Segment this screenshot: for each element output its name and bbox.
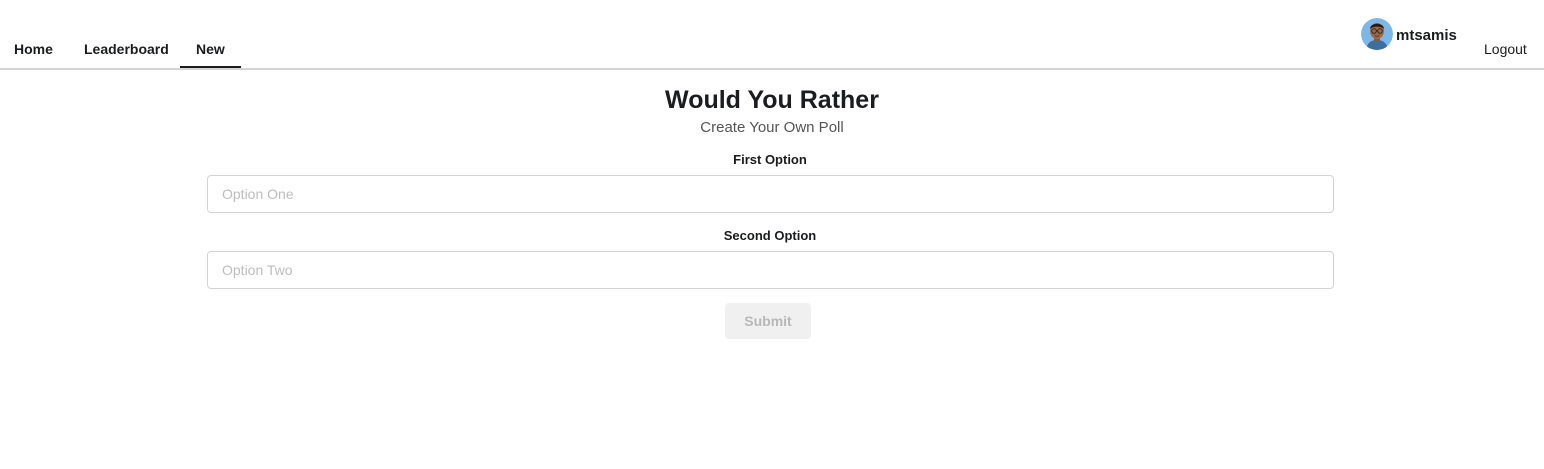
nav-new-link[interactable]: New [180,30,241,68]
submit-button[interactable]: Submit [725,303,811,339]
page-title: Would You Rather [665,86,879,114]
username-label: mtsamis [1396,26,1457,44]
option-one-input[interactable] [207,175,1334,213]
top-navbar: Home Leaderboard New mtsamis Logout [0,0,1544,70]
user-profile: mtsamis [1361,16,1457,52]
first-option-label: First Option [733,152,807,167]
logout-link[interactable]: Logout [1468,30,1543,68]
option-two-input[interactable] [207,251,1334,289]
second-option-label: Second Option [723,228,817,243]
page-subtitle: Create Your Own Poll [700,119,844,136]
nav-home-link[interactable]: Home [0,30,69,68]
nav-leaderboard-link[interactable]: Leaderboard [68,30,185,68]
user-avatar-icon [1361,18,1393,50]
